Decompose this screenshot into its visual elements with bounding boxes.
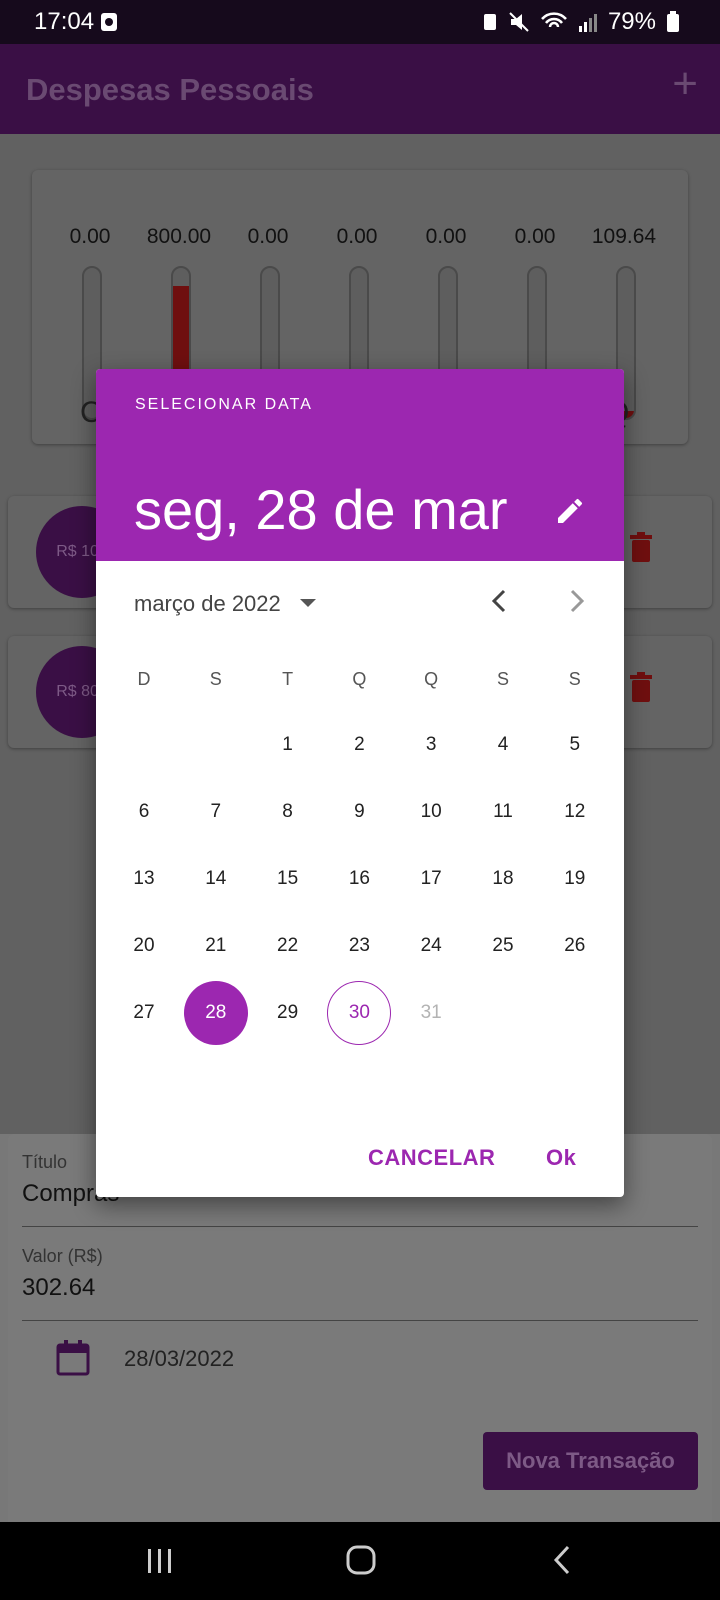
- calendar-day[interactable]: 24: [399, 914, 463, 978]
- edit-icon[interactable]: [554, 495, 586, 527]
- calendar-day[interactable]: 3: [399, 713, 463, 777]
- calendar-day[interactable]: 27: [112, 981, 176, 1045]
- calendar-day[interactable]: 19: [543, 847, 607, 911]
- calendar-day[interactable]: 4: [471, 713, 535, 777]
- calendar-day[interactable]: 11: [471, 780, 535, 844]
- calendar-day[interactable]: 18: [471, 847, 535, 911]
- next-month-icon[interactable]: [564, 587, 588, 615]
- calendar-day[interactable]: 15: [256, 847, 320, 911]
- calendar-day[interactable]: 12: [543, 780, 607, 844]
- weekday-label: S: [568, 669, 581, 689]
- calendar-day[interactable]: 23: [327, 914, 391, 978]
- calendar-day-selected[interactable]: 28: [183, 981, 248, 1045]
- calendar-day[interactable]: 14: [184, 847, 248, 911]
- value-field[interactable]: 302.64: [22, 1274, 95, 1302]
- navigation-bar: [0, 1522, 720, 1600]
- calendar-day[interactable]: 22: [256, 914, 320, 978]
- trash-icon[interactable]: [630, 672, 652, 702]
- trash-icon[interactable]: [630, 532, 652, 562]
- chart-bar: 0.00: [228, 170, 308, 420]
- calendar-day[interactable]: 16: [327, 847, 391, 911]
- weekday-label: Q: [424, 669, 439, 689]
- calendar-day[interactable]: 10: [399, 780, 463, 844]
- calendar-day[interactable]: 8: [256, 780, 320, 844]
- chart-bar: 800.00: [139, 170, 219, 420]
- dropdown-arrow-icon[interactable]: [300, 599, 316, 607]
- calendar-day[interactable]: 25: [471, 914, 535, 978]
- signal-icon: [578, 14, 597, 32]
- chart-bar: 109.64: [584, 170, 664, 420]
- weekday-label: D: [137, 669, 151, 689]
- calendar-day-today[interactable]: 30: [327, 981, 392, 1045]
- battery-icon: [667, 11, 679, 32]
- calendar-day[interactable]: 17: [399, 847, 463, 911]
- calendar-day[interactable]: 20: [112, 914, 176, 978]
- title-field-underline: [22, 1226, 698, 1227]
- month-year-selector[interactable]: março de 2022: [134, 591, 281, 617]
- chart-bar-value: 0.00: [336, 225, 378, 248]
- selected-date-text: 28/03/2022: [124, 1346, 235, 1371]
- calendar-day[interactable]: 21: [184, 914, 248, 978]
- screenshot-icon: [101, 13, 117, 31]
- value-field-label: Valor (R$): [22, 1246, 103, 1266]
- calendar-day[interactable]: 5: [543, 713, 607, 777]
- chart-bar: 0.00: [495, 170, 575, 420]
- chart-bar-value: 0.00: [69, 225, 111, 248]
- alarm-icon: [483, 14, 496, 30]
- date-picker-header: SELECIONAR DATA seg, 28 de mar: [96, 369, 624, 561]
- calendar-day[interactable]: 2: [327, 713, 391, 777]
- app-title: Despesas Pessoais: [26, 72, 314, 107]
- status-bar: 17:04 79%: [0, 0, 720, 44]
- calendar-day[interactable]: 9: [327, 780, 391, 844]
- calendar-day-disabled: 31: [420, 1002, 442, 1023]
- status-time: 17:04: [34, 8, 95, 35]
- date-picker-header-label: SELECIONAR DATA: [135, 396, 313, 413]
- chart-bar-value: 0.00: [247, 225, 289, 248]
- back-icon[interactable]: [552, 1544, 572, 1576]
- chart-bar: 0.00: [317, 170, 397, 420]
- chart-bar-value: 0.00: [425, 225, 467, 248]
- value-field-underline: [22, 1320, 698, 1321]
- weekday-label: Q: [352, 669, 367, 689]
- calendar-day[interactable]: 13: [112, 847, 176, 911]
- app-bar: Despesas Pessoais +: [0, 44, 720, 134]
- calendar-day[interactable]: 6: [112, 780, 176, 844]
- chart-bar-value: 800.00: [146, 225, 212, 248]
- home-icon[interactable]: [346, 1544, 376, 1576]
- calendar-day[interactable]: 26: [543, 914, 607, 978]
- recent-apps-icon[interactable]: [146, 1546, 174, 1576]
- cancel-button[interactable]: CANCELAR: [368, 1145, 495, 1171]
- previous-month-icon[interactable]: [488, 587, 512, 615]
- battery-percent: 79%: [607, 8, 656, 35]
- calendar-day[interactable]: 1: [256, 713, 320, 777]
- chart-bar: 0.00: [50, 170, 130, 420]
- ok-button[interactable]: Ok: [546, 1145, 576, 1171]
- calendar-day[interactable]: 7: [184, 780, 248, 844]
- weekday-label: S: [209, 669, 222, 689]
- plus-icon[interactable]: +: [672, 62, 698, 106]
- chart-bar-value: 0.00: [514, 225, 556, 248]
- mute-icon: [509, 12, 529, 32]
- date-picker-dialog: SELECIONAR DATA seg, 28 de mar março de …: [96, 369, 624, 1197]
- chart-bar: 0.00: [406, 170, 486, 420]
- calendar-day[interactable]: 29: [256, 981, 320, 1045]
- status-right: 79%: [482, 8, 680, 36]
- new-transaction-button[interactable]: Nova Transação: [483, 1432, 698, 1490]
- title-field-label: Título: [22, 1152, 68, 1172]
- weekday-label: T: [282, 669, 294, 689]
- wifi-icon: [541, 12, 567, 28]
- calendar-icon[interactable]: [56, 1340, 90, 1376]
- chart-bar-value: 109.64: [591, 225, 657, 248]
- date-picker-selected-date: seg, 28 de mar: [134, 478, 508, 541]
- weekday-label: S: [496, 669, 509, 689]
